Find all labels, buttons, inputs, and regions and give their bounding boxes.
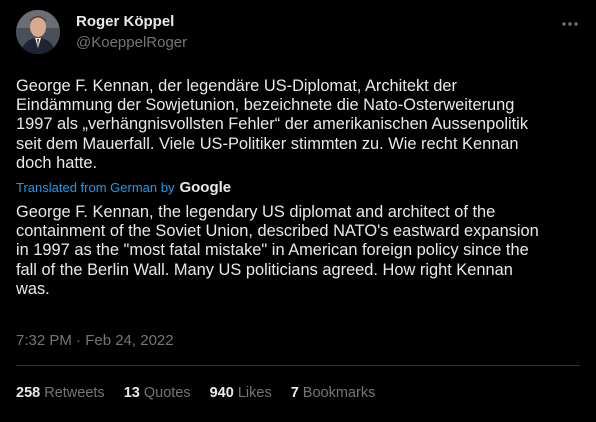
translated-label: Translated from German by (16, 180, 175, 195)
likes-stat[interactable]: 940 Likes (210, 385, 272, 401)
avatar[interactable] (16, 10, 60, 54)
tweet-timestamp[interactable]: 7:32 PM · Feb 24, 2022 (16, 332, 174, 349)
engagement-stats: 258 Retweets 13 Quotes 940 Likes 7 Bookm… (16, 385, 394, 401)
more-horizontal-icon (562, 22, 578, 26)
likes-count: 940 (209, 385, 238, 401)
more-options-button[interactable] (560, 14, 580, 34)
tweet-translation-text: George F. Kennan, the legendary US diplo… (16, 203, 539, 298)
likes-label: Likes (237, 385, 272, 401)
bookmarks-stat[interactable]: 7 Bookmarks (291, 385, 376, 401)
tweet-original-text: George F. Kennan, der legendäre US-Diplo… (16, 77, 529, 172)
bookmarks-label: Bookmarks (302, 385, 376, 401)
retweets-label: Retweets (44, 385, 105, 401)
author-handle[interactable]: @KoeppelRoger (76, 34, 187, 51)
bookmarks-count: 7 (290, 385, 303, 401)
avatar-image (16, 10, 60, 54)
divider (16, 365, 580, 366)
quotes-count: 13 (123, 385, 144, 401)
quotes-label: Quotes (143, 385, 191, 401)
retweets-count: 258 (16, 385, 45, 401)
retweets-stat[interactable]: 258 Retweets (16, 385, 105, 401)
google-logo: Google (179, 179, 232, 196)
translated-from-link[interactable]: Translated from German by Google (16, 180, 231, 196)
tweet-container: Roger Köppel @KoeppelRoger George F. Ken… (0, 0, 596, 422)
quotes-stat[interactable]: 13 Quotes (124, 385, 191, 401)
author-name[interactable]: Roger Köppel (76, 13, 174, 30)
